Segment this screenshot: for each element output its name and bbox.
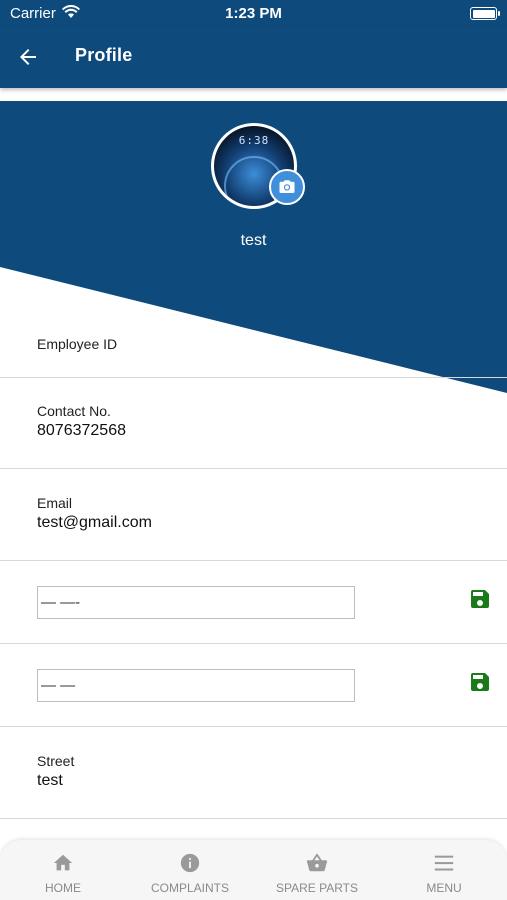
profile-name: test [240,232,267,249]
bottom-navigation: HOME COMPLAINTS SPARE PARTS MENU [0,840,507,900]
email-label: Email [37,495,73,511]
divider [0,560,507,561]
basket-icon [306,852,328,874]
nav-spare-parts[interactable]: SPARE PARTS [254,840,380,900]
status-bar: Carrier 1:23 PM [0,0,507,26]
editable-field-2[interactable] [37,669,355,702]
save-icon[interactable] [468,587,492,611]
nav-home-label: HOME [45,881,81,895]
divider [0,726,507,727]
street-label: Street [37,753,75,769]
app-bar: Profile [0,26,507,88]
editable-field-1[interactable] [37,586,355,619]
save-icon[interactable] [468,670,492,694]
divider [0,643,507,644]
back-arrow-icon[interactable] [16,45,40,69]
street-value: test [37,772,63,789]
nav-spare-parts-label: SPARE PARTS [275,881,359,895]
page-title: Profile [75,45,133,65]
divider [0,377,507,378]
nav-complaints[interactable]: COMPLAINTS [127,840,253,900]
divider [0,818,507,819]
nav-menu[interactable]: MENU [381,840,507,900]
status-time: 1:23 PM [225,5,282,22]
nav-menu-label: MENU [426,881,462,895]
avatar-clock-text: 6:38 [238,134,270,147]
home-icon [52,852,74,874]
change-photo-button[interactable] [269,169,305,205]
employee-id-label: Employee ID [37,336,118,352]
nav-home[interactable]: HOME [0,840,126,900]
menu-icon [433,852,455,874]
nav-complaints-label: COMPLAINTS [150,881,229,895]
contact-value: 8076372568 [37,422,126,439]
email-value: test@gmail.com [37,514,152,531]
contact-label: Contact No. [37,403,111,419]
divider [0,468,507,469]
battery-icon [470,7,500,20]
info-icon [179,852,201,874]
